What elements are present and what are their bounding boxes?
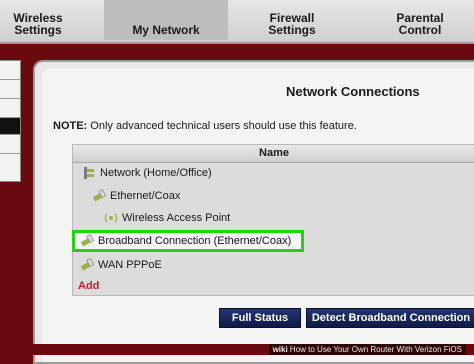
tab-label: Wireless Settings — [13, 11, 63, 37]
side-item[interactable] — [0, 61, 20, 80]
table-row-network[interactable]: Network (Home/Office) — [82, 166, 212, 180]
ethernet-icon — [92, 189, 106, 202]
broadband-icon — [80, 234, 94, 247]
top-nav-bar: Wireless Settings My Network Firewall Se… — [0, 0, 474, 44]
table-header-name: Name — [73, 145, 474, 163]
side-item[interactable] — [0, 80, 20, 99]
network-icon — [84, 167, 94, 179]
detect-broadband-button[interactable]: Detect Broadband Connection — [306, 308, 474, 328]
note-text: NOTE: Only advanced technical users shou… — [53, 120, 357, 132]
watermark-text: How to Use Your Own Router With Verizon … — [289, 345, 462, 354]
tab-label: Parental Control — [396, 11, 444, 37]
tab-label: My Network — [132, 23, 200, 37]
table-row-wireless[interactable]: Wireless Access Point — [104, 211, 230, 225]
row-label: Network (Home/Office) — [100, 167, 212, 179]
table-row-ethernet[interactable]: Ethernet/Coax — [92, 189, 180, 203]
left-side-panel — [0, 60, 21, 182]
watermark: wiki How to Use Your Own Router With Ver… — [268, 344, 466, 355]
wireless-icon — [104, 213, 118, 223]
wan-icon — [80, 258, 94, 271]
side-item[interactable] — [0, 99, 20, 118]
tab-firewall-settings[interactable]: Firewall Settings — [250, 0, 334, 40]
row-label: Ethernet/Coax — [110, 190, 181, 202]
page-title: Network Connections — [286, 84, 420, 99]
tab-wireless-settings[interactable]: Wireless Settings — [0, 0, 76, 40]
row-label: Wireless Access Point — [122, 212, 231, 224]
tab-my-network[interactable]: My Network — [104, 0, 228, 40]
tab-label: Firewall Settings — [268, 11, 316, 37]
table-row-wan-pppoe[interactable]: WAN PPPoE — [80, 258, 162, 272]
table-row-broadband[interactable]: Broadband Connection (Ethernet/Coax) — [80, 234, 291, 248]
note-label: NOTE: — [53, 120, 88, 132]
side-item-active[interactable] — [0, 118, 20, 135]
full-status-button[interactable]: Full Status — [219, 308, 301, 328]
note-body: Only advanced technical users should use… — [87, 120, 357, 132]
watermark-brand: wiki — [272, 345, 288, 354]
side-item[interactable] — [0, 135, 20, 154]
row-label: Broadband Connection (Ethernet/Coax) — [98, 235, 292, 247]
add-link[interactable]: Add — [78, 280, 99, 292]
tab-parental-control[interactable]: Parental Control — [378, 0, 462, 40]
row-label: WAN PPPoE — [98, 259, 162, 271]
